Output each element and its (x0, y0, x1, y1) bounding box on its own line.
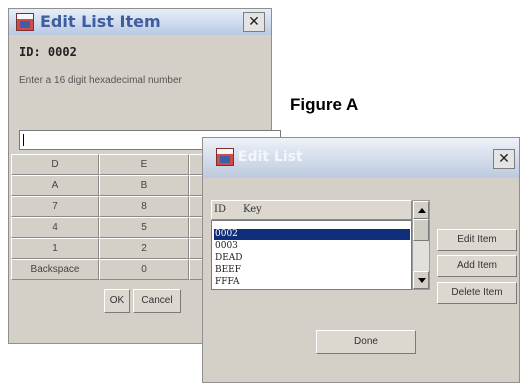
add-item-button[interactable]: Add Item (437, 255, 517, 277)
figure-label: Figure A (290, 95, 359, 114)
list-item[interactable]: DEAD (214, 253, 410, 264)
arrow-up-icon (418, 208, 426, 213)
key-d[interactable]: D (11, 154, 99, 175)
edit-list-item-titlebar[interactable]: Edit List Item ✕ (9, 9, 271, 35)
key-backspace[interactable]: Backspace (11, 259, 99, 280)
app-icon (16, 13, 34, 31)
close-icon[interactable]: ✕ (493, 149, 515, 169)
key-5[interactable]: 5 (99, 217, 189, 238)
list-item[interactable]: BEEF (214, 265, 410, 276)
list-item[interactable]: 0002 (214, 229, 410, 240)
key-7[interactable]: 7 (11, 196, 99, 217)
scroll-down-button[interactable] (413, 271, 429, 289)
edit-list-item-title: Edit List Item (40, 12, 161, 31)
list-item[interactable]: 0003 (214, 241, 410, 252)
scroll-thumb[interactable] (413, 219, 429, 241)
key-2[interactable]: 2 (99, 238, 189, 259)
delete-item-button[interactable]: Delete Item (437, 282, 517, 304)
key-8[interactable]: 8 (99, 196, 189, 217)
edit-list-dialog: Edit List ✕ ID Key 0002 0003 DEAD BEEF F… (202, 137, 520, 383)
app-icon (216, 148, 234, 166)
column-key-header[interactable]: Key (243, 204, 262, 215)
text-caret (23, 134, 24, 146)
list-item[interactable]: FFFA (214, 277, 410, 288)
column-id-header[interactable]: ID (214, 204, 226, 215)
key-0[interactable]: 0 (99, 259, 189, 280)
arrow-down-icon (418, 278, 426, 283)
key-b[interactable]: B (99, 175, 189, 196)
key-4[interactable]: 4 (11, 217, 99, 238)
hex-prompt: Enter a 16 digit hexadecimal number (19, 75, 182, 86)
edit-list-titlebar[interactable]: Edit List ✕ (203, 138, 519, 178)
edit-item-button[interactable]: Edit Item (437, 229, 517, 251)
list-header[interactable]: ID Key (211, 200, 412, 220)
item-id-label: ID: 0002 (19, 45, 77, 59)
edit-list-title: Edit List (238, 149, 303, 165)
key-a[interactable]: A (11, 175, 99, 196)
item-list[interactable]: 0002 0003 DEAD BEEF FFFA (211, 220, 412, 290)
ok-button[interactable]: OK (104, 289, 130, 313)
cancel-button[interactable]: Cancel (133, 289, 181, 313)
key-e[interactable]: E (99, 154, 189, 175)
scroll-up-button[interactable] (413, 201, 429, 219)
close-icon[interactable]: ✕ (243, 12, 265, 32)
done-button[interactable]: Done (316, 330, 416, 354)
key-1[interactable]: 1 (11, 238, 99, 259)
list-scrollbar[interactable] (412, 200, 430, 290)
